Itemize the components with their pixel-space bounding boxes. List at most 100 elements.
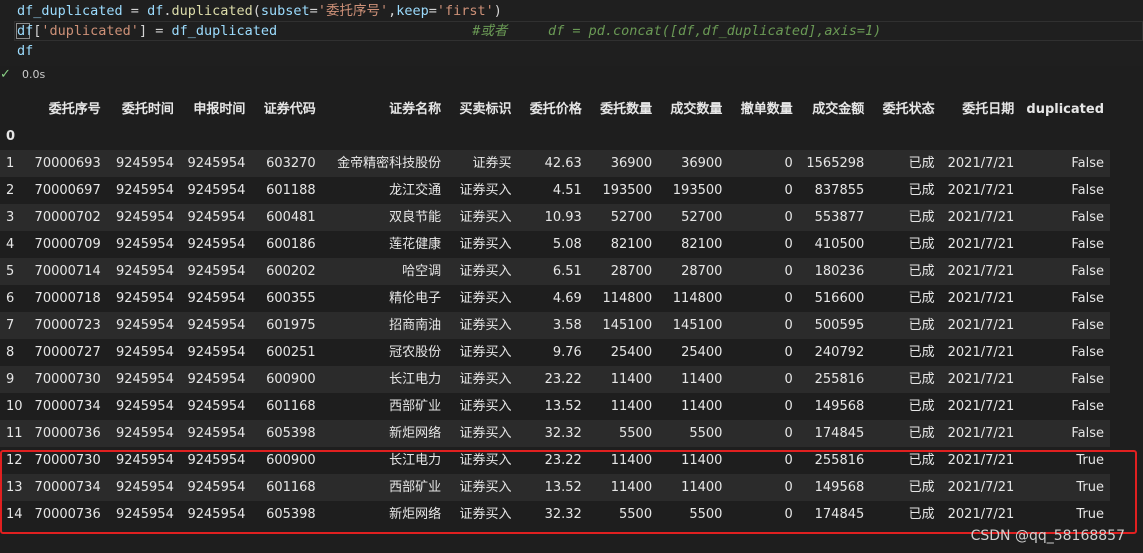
table-cell: 11400	[681, 399, 723, 414]
table-cell: 3.58	[552, 318, 582, 333]
table-cell: 145100	[602, 318, 653, 333]
table-row: 10 70000734 9245954 9245954 601168 西部矿业 证券买入 13…	[0, 393, 1110, 420]
table-cell: 601168	[266, 399, 316, 414]
table-cell: 2021/7/21	[947, 426, 1015, 441]
table-cell: 0	[784, 156, 793, 171]
column-header: 买卖标识	[459, 102, 512, 117]
table-cell: 601168	[266, 480, 316, 495]
code-line-3[interactable]: df	[17, 41, 33, 61]
row-index: 10	[6, 399, 23, 414]
table-cell: 180236	[814, 264, 865, 279]
table-cell: 70000697	[34, 183, 101, 198]
table-cell: 600251	[266, 345, 316, 360]
table-cell: 70000736	[34, 507, 101, 522]
table-cell: 600481	[266, 210, 316, 225]
table-cell: 0	[784, 399, 793, 414]
table-cell: 70000714	[34, 264, 101, 279]
table-cell: 605398	[266, 426, 316, 441]
table-row: 11 70000736 9245954 9245954 605398 新炬网络 证券买入 32…	[0, 420, 1110, 447]
table-cell: 5500	[689, 426, 723, 441]
table-cell: 证券买入	[459, 264, 512, 279]
table-cell: 9245954	[115, 345, 174, 360]
table-cell: 已成	[908, 210, 935, 225]
notebook-cell: df_duplicated = df.duplicated(subset='委托…	[0, 0, 1143, 553]
table-cell: 23.22	[544, 372, 582, 387]
table-cell: 9245954	[115, 507, 174, 522]
table-cell: 6.51	[552, 264, 582, 279]
table-cell: 0	[784, 345, 793, 360]
table-cell: 已成	[908, 237, 935, 252]
table-cell: 证券买入	[459, 372, 512, 387]
table-cell: 9245954	[115, 318, 174, 333]
table-cell: 10.93	[544, 210, 582, 225]
code-line-2[interactable]: df['duplicated'] = df_duplicated #或者 df …	[17, 21, 881, 41]
row-index: 2	[6, 183, 15, 198]
code-token: df_duplicated	[17, 3, 123, 19]
table-cell: False	[1071, 345, 1104, 360]
table-cell: 11400	[681, 480, 723, 495]
code-token: (	[252, 3, 261, 19]
table-cell: 2021/7/21	[947, 183, 1015, 198]
table-cell: 9245954	[115, 237, 174, 252]
table-cell: 70000736	[34, 426, 101, 441]
table-row: 4 70000709 9245954 9245954 600186 莲花健康 证券买入 5.0…	[0, 231, 1110, 258]
table-cell: 9245954	[187, 453, 246, 468]
table-cell: 9245954	[115, 210, 174, 225]
table-cell: 9245954	[115, 264, 174, 279]
table-cell: 32.32	[544, 426, 582, 441]
table-cell: 23.22	[544, 453, 582, 468]
table-cell: 2021/7/21	[947, 480, 1015, 495]
table-cell: 9245954	[187, 264, 246, 279]
table-cell: 已成	[908, 426, 935, 441]
code-token: subset	[260, 3, 310, 19]
code-token: 'duplicated'	[41, 23, 139, 39]
column-header: 证券名称	[389, 102, 442, 117]
table-cell: 2021/7/21	[947, 264, 1015, 279]
column-header: 成交数量	[670, 102, 723, 117]
table-cell: 哈空调	[402, 264, 442, 279]
table-cell: 149568	[814, 480, 865, 495]
table-cell: 1565298	[806, 156, 865, 171]
row-index: 12	[6, 453, 23, 468]
table-cell: 2021/7/21	[947, 291, 1015, 306]
table-cell: 601188	[266, 183, 316, 198]
column-header: duplicated	[1026, 102, 1104, 117]
table-cell: 13.52	[544, 480, 582, 495]
table-cell: 0	[784, 426, 793, 441]
table-cell: 已成	[908, 345, 935, 360]
table-cell: 证券买	[472, 156, 512, 171]
table-row: 13 70000734 9245954 9245954 601168 西部矿业 证券买入 13…	[0, 474, 1110, 501]
table-cell: 9245954	[187, 507, 246, 522]
check-icon: ✓	[0, 67, 11, 82]
table-cell: 70000730	[34, 372, 101, 387]
dataframe-table: 委托序号 委托时间 申报时间 证券代码 证券名称 买卖标识 委托价格 委托数量 成交数量 撤单数量…	[0, 96, 1110, 528]
table-cell: 已成	[908, 318, 935, 333]
table-cell: False	[1071, 318, 1104, 333]
column-header: 委托日期	[962, 102, 1015, 117]
table-row: 9 70000730 9245954 9245954 600900 长江电力 证券买入 23.…	[0, 366, 1110, 393]
table-cell: 600355	[266, 291, 316, 306]
code-token: =	[147, 23, 172, 39]
table-cell: 0	[784, 480, 793, 495]
table-cell: 9245954	[187, 291, 246, 306]
row-index: 3	[6, 210, 15, 225]
table-cell: 已成	[908, 480, 935, 495]
table-cell: 9245954	[187, 426, 246, 441]
row-index: 14	[6, 507, 23, 522]
table-cell: 11400	[610, 480, 653, 495]
table-cell: 已成	[908, 183, 935, 198]
table-cell: 新炬网络	[389, 426, 442, 441]
table-row: 7 70000723 9245954 9245954 601975 招商南油 证券买入 3.5…	[0, 312, 1110, 339]
table-cell: 70000702	[34, 210, 101, 225]
table-row: 5 70000714 9245954 9245954 600202 哈空调 证券买入 6.51…	[0, 258, 1110, 285]
table-cell: 已成	[908, 507, 935, 522]
table-cell: 4.51	[552, 183, 582, 198]
code-editor[interactable]: df_duplicated = df.duplicated(subset='委托…	[0, 0, 1143, 66]
table-cell: 11400	[681, 453, 723, 468]
table-cell: 莲花健康	[389, 237, 442, 252]
table-body: 1 70000693 9245954 9245954 603270 金帝精密科技股份 证券买…	[0, 150, 1110, 528]
code-line-1[interactable]: df_duplicated = df.duplicated(subset='委托…	[17, 1, 502, 21]
table-cell: 0	[784, 210, 793, 225]
table-cell: 516600	[814, 291, 865, 306]
table-cell: 已成	[908, 291, 935, 306]
